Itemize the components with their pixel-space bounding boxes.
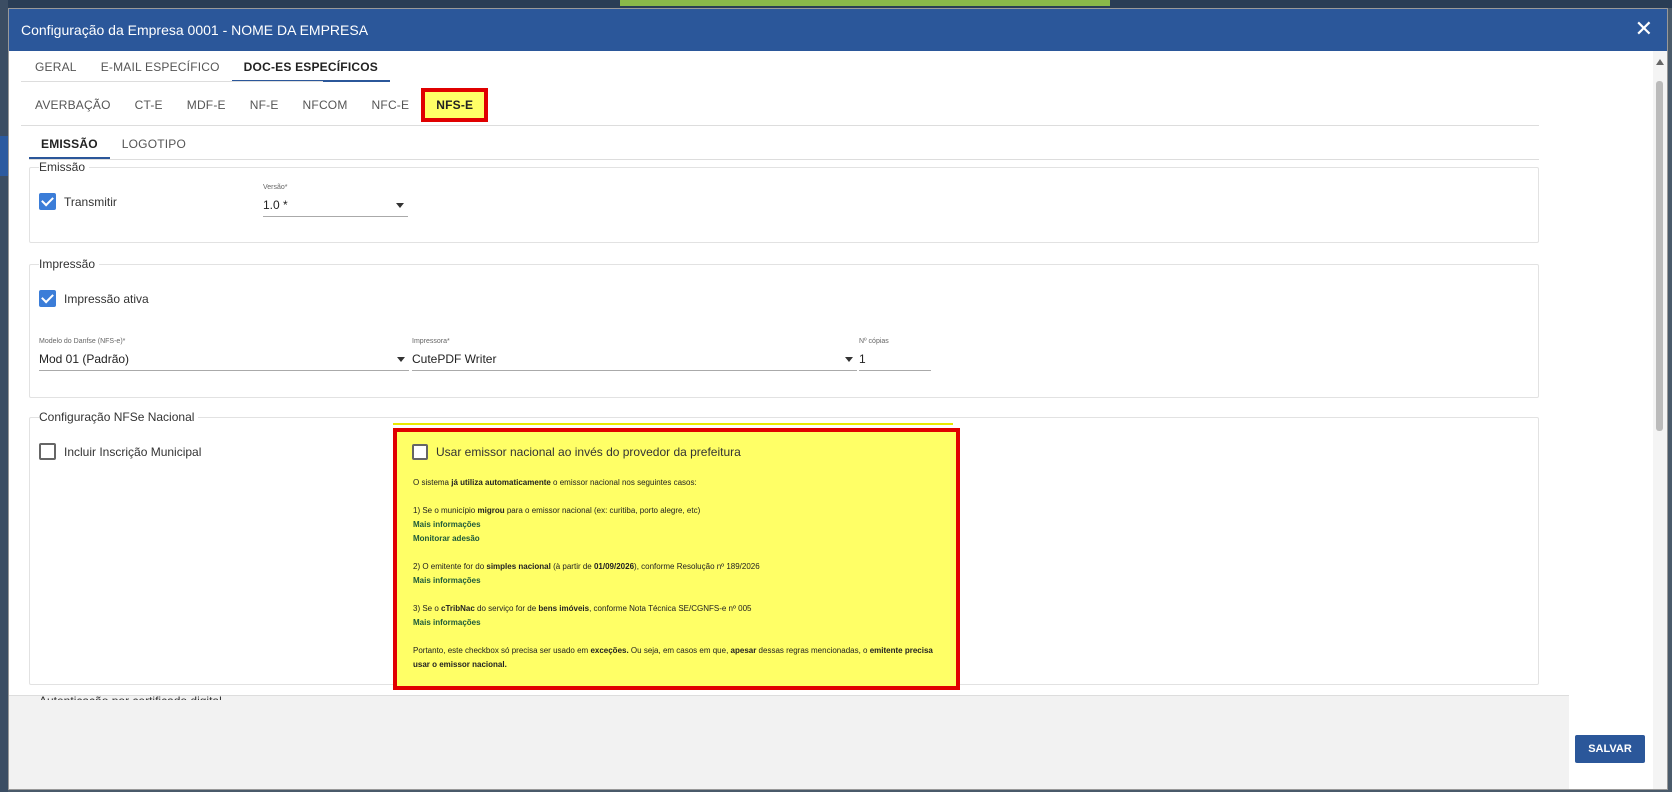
scroll-thumb[interactable] bbox=[1656, 81, 1663, 431]
chevron-down-icon bbox=[397, 357, 405, 362]
impressora-label: Impressora* bbox=[412, 338, 450, 345]
usar-emissor-label: Usar emissor nacional ao invés do proved… bbox=[436, 445, 741, 459]
notice-case-1: 1) Se o município migrou para o emissor … bbox=[413, 504, 943, 546]
background-strip bbox=[0, 0, 1672, 8]
tab-geral[interactable]: GERAL bbox=[23, 52, 89, 82]
modelo-label: Modelo do Danfse (NFS-e)* bbox=[39, 338, 126, 345]
incluir-inscricao-label: Incluir Inscrição Municipal bbox=[64, 444, 202, 459]
case-2-mais-informacoes-link[interactable]: Mais informações bbox=[413, 574, 943, 588]
tab-logotipo[interactable]: LOGOTIPO bbox=[110, 129, 198, 159]
impressao-ativa-label: Impressão ativa bbox=[64, 291, 149, 306]
impressao-ativa-checkbox[interactable] bbox=[39, 290, 56, 307]
background-left bbox=[0, 0, 8, 792]
versao-select[interactable]: 1.0 * bbox=[263, 195, 408, 217]
section-emissao bbox=[29, 167, 1539, 243]
impressao-ativa-row: Impressão ativa bbox=[39, 290, 149, 307]
emissor-nacional-notice: Usar emissor nacional ao invés do proved… bbox=[393, 428, 960, 690]
section-emissao-legend: Emissão bbox=[39, 160, 90, 174]
tab-nfs-e[interactable]: NFS-E bbox=[421, 88, 489, 122]
versao-label: Versão* bbox=[263, 184, 288, 191]
sub-tabs: EMISSÃO LOGOTIPO bbox=[29, 129, 198, 159]
vertical-scrollbar[interactable] bbox=[1653, 51, 1667, 789]
main-tabs: GERAL E-MAIL ESPECÍFICO DOC-ES ESPECÍFIC… bbox=[23, 52, 391, 82]
transmitir-checkbox[interactable] bbox=[39, 193, 56, 210]
incluir-inscricao-checkbox[interactable] bbox=[39, 443, 56, 460]
versao-field: Versão* 1.0 * bbox=[263, 184, 408, 217]
chevron-down-icon bbox=[845, 357, 853, 362]
background-marker bbox=[0, 136, 8, 176]
background-progress bbox=[620, 0, 1110, 6]
case-1-mais-informacoes-link[interactable]: Mais informações bbox=[413, 518, 943, 532]
scroll-up-icon[interactable] bbox=[1656, 59, 1664, 65]
tab-email-especifico[interactable]: E-MAIL ESPECÍFICO bbox=[89, 52, 232, 82]
modelo-value: Mod 01 (Padrão) bbox=[39, 352, 130, 366]
usar-emissor-row: Usar emissor nacional ao invés do proved… bbox=[412, 444, 741, 460]
section-impressao bbox=[29, 264, 1539, 398]
notice-case-2: 2) O emitente for do simples nacional (à… bbox=[413, 560, 943, 588]
tab-nfc-e[interactable]: NFC-E bbox=[360, 90, 422, 120]
transmitir-row: Transmitir bbox=[39, 193, 117, 210]
tabs-divider bbox=[21, 81, 323, 82]
notice-top-line bbox=[393, 423, 953, 425]
incluir-inscricao-row: Incluir Inscrição Municipal bbox=[39, 443, 201, 460]
notice-conclusion: Portanto, este checkbox só precisa ser u… bbox=[413, 646, 933, 669]
case-1-monitorar-adesao-link[interactable]: Monitorar adesão bbox=[413, 532, 943, 546]
impressora-value: CutePDF Writer bbox=[412, 352, 497, 366]
tab-emissao[interactable]: EMISSÃO bbox=[29, 129, 110, 159]
notice-intro: O sistema já utiliza automaticamente o e… bbox=[413, 478, 697, 487]
dialog-titlebar: Configuração da Empresa 0001 - NOME DA E… bbox=[9, 9, 1667, 51]
dialog-title: Configuração da Empresa 0001 - NOME DA E… bbox=[21, 22, 369, 38]
section-autenticacao-legend: Autenticação por certificado digital bbox=[39, 694, 222, 700]
notice-case-3: 3) Se o cTribNac do serviço for de bens … bbox=[413, 602, 943, 630]
close-icon[interactable]: ✕ bbox=[1635, 17, 1653, 41]
tab-ct-e[interactable]: CT-E bbox=[123, 90, 175, 120]
tab-averbacao[interactable]: AVERBAÇÃO bbox=[23, 90, 123, 120]
impressora-select[interactable]: CutePDF Writer bbox=[412, 349, 857, 371]
usar-emissor-checkbox[interactable] bbox=[412, 444, 428, 460]
sub-tabs-divider bbox=[29, 159, 1539, 160]
section-impressao-legend: Impressão bbox=[39, 257, 100, 271]
versao-value: 1.0 * bbox=[263, 198, 288, 212]
copias-input[interactable]: 1 bbox=[859, 349, 931, 371]
copias-field: Nº cópias 1 bbox=[859, 338, 931, 371]
transmitir-label: Transmitir bbox=[64, 194, 117, 209]
tab-nf-e[interactable]: NF-E bbox=[238, 90, 291, 120]
tab-doc-es-especificos[interactable]: DOC-ES ESPECÍFICOS bbox=[231, 52, 391, 82]
case-3-mais-informacoes-link[interactable]: Mais informações bbox=[413, 616, 943, 630]
section-nfse-nacional-legend: Configuração NFSe Nacional bbox=[39, 410, 199, 424]
modelo-select[interactable]: Mod 01 (Padrão) bbox=[39, 349, 409, 371]
tab-mdf-e[interactable]: MDF-E bbox=[175, 90, 238, 120]
doc-tabs: AVERBAÇÃO CT-E MDF-E NF-E NFCOM NFC-E NF… bbox=[23, 88, 489, 122]
tab-nfcom[interactable]: NFCOM bbox=[291, 90, 360, 120]
save-button[interactable]: SALVAR bbox=[1575, 735, 1645, 763]
copias-label: Nº cópias bbox=[859, 338, 889, 345]
modelo-field: Modelo do Danfse (NFS-e)* Mod 01 (Padrão… bbox=[39, 338, 409, 371]
dialog-footer: Autenticação por certificado digital bbox=[9, 694, 1569, 789]
impressora-field: Impressora* CutePDF Writer bbox=[412, 338, 857, 371]
chevron-down-icon bbox=[396, 203, 404, 208]
doc-tabs-divider bbox=[21, 125, 1539, 126]
